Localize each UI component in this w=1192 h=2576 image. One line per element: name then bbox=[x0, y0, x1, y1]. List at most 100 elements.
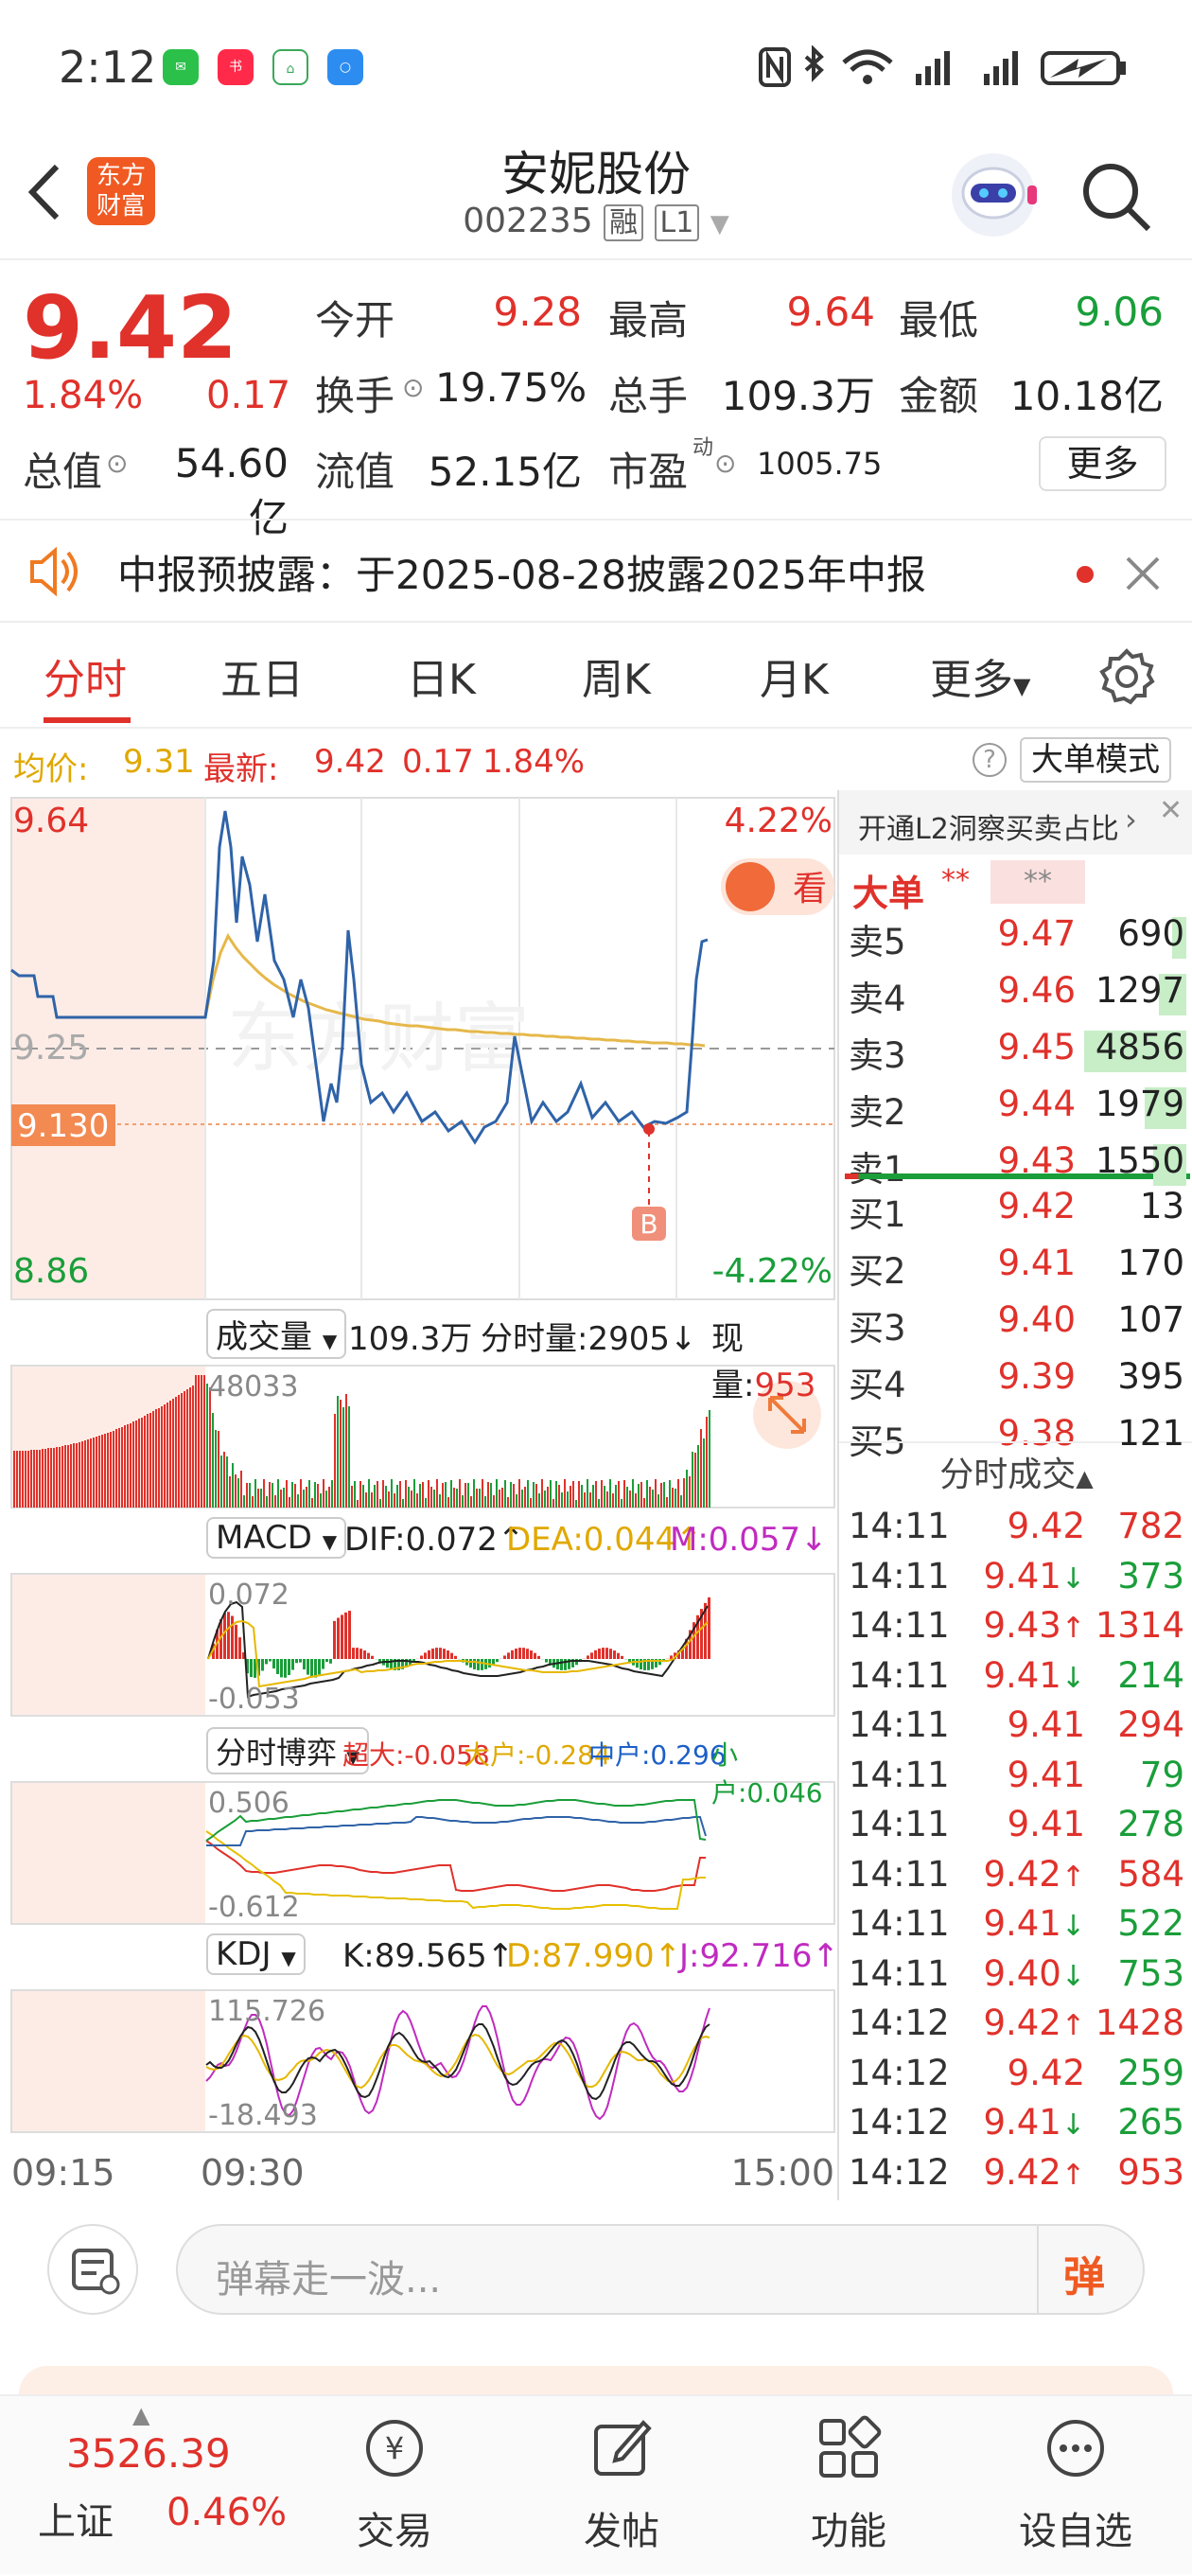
volume-bar bbox=[470, 1496, 472, 1508]
volume-bar bbox=[167, 1403, 168, 1508]
robot-assistant-icon[interactable] bbox=[946, 148, 1041, 242]
volume-bar bbox=[192, 1385, 194, 1508]
volume-bar bbox=[33, 1450, 35, 1508]
nav-post[interactable]: 发帖 bbox=[536, 2396, 707, 2576]
macd-bar bbox=[318, 1659, 321, 1674]
ask-level: 卖4 bbox=[849, 970, 906, 1021]
volume-bar bbox=[348, 1406, 350, 1508]
info-icon[interactable]: ⊙ bbox=[106, 448, 128, 479]
danmu-input[interactable]: 弹幕走一波... 弹 bbox=[176, 2224, 1145, 2315]
volume-bar bbox=[402, 1499, 404, 1508]
ask-volume: 1550 bbox=[1096, 1140, 1184, 1181]
volume-bar bbox=[44, 1449, 46, 1508]
info-icon[interactable]: ⊙ bbox=[402, 372, 424, 403]
change-amt: 0.17 bbox=[206, 374, 290, 417]
tab-weekly-k[interactable]: 周K bbox=[582, 645, 651, 706]
back-icon[interactable] bbox=[21, 159, 68, 225]
info-icon[interactable]: ⊙ bbox=[714, 448, 736, 479]
volume-bar bbox=[467, 1483, 469, 1508]
tab-5day[interactable]: 五日 bbox=[220, 645, 304, 706]
trade-price: 9.42↑ bbox=[943, 2152, 1085, 2193]
pre-market-shade bbox=[11, 1782, 205, 1924]
trade-price: 9.40↓ bbox=[943, 1953, 1085, 1994]
macd-bar bbox=[265, 1659, 268, 1664]
help-icon[interactable]: ? bbox=[973, 743, 1007, 777]
bid-row[interactable]: 买39.40107 bbox=[839, 1299, 1192, 1349]
tab-daily-k[interactable]: 日K bbox=[407, 645, 476, 706]
macd-bar bbox=[443, 1649, 446, 1659]
volume-bar bbox=[314, 1482, 316, 1508]
trades-title[interactable]: 分时成交▲ bbox=[839, 1447, 1192, 1496]
macd-bar bbox=[359, 1649, 362, 1659]
volume-bar bbox=[640, 1482, 642, 1508]
close-icon[interactable] bbox=[1124, 555, 1162, 592]
trade-volume: 294 bbox=[1117, 1704, 1184, 1745]
volume-bar bbox=[362, 1485, 364, 1508]
trade-row: 14:119.41↓214 bbox=[839, 1655, 1192, 1704]
nav-trade[interactable]: ¥ 交易 bbox=[309, 2396, 480, 2576]
index-ticker[interactable]: ▲ 3526.39 上证 0.46% bbox=[0, 2396, 284, 2576]
bid-row[interactable]: 买29.41170 bbox=[839, 1243, 1192, 1292]
signal2-icon bbox=[984, 51, 1018, 85]
bid-row[interactable]: 买49.39395 bbox=[839, 1356, 1192, 1405]
volume-bar bbox=[237, 1478, 239, 1508]
trade-volume: 953 bbox=[1117, 2152, 1184, 2193]
volume-bar bbox=[595, 1481, 597, 1508]
trade-price: 9.42↑ bbox=[943, 2003, 1085, 2043]
more-button[interactable]: 更多 bbox=[1039, 436, 1166, 491]
tab-more[interactable]: 更多▼ bbox=[930, 645, 1030, 706]
more-dots-icon bbox=[1043, 2415, 1109, 2481]
notice-bar[interactable]: 中报预披露：于2025-08-28披露2025年中报 bbox=[0, 519, 1192, 623]
ask-price: 9.47 bbox=[934, 913, 1076, 954]
volume-bar bbox=[697, 1445, 699, 1508]
volume-bar bbox=[87, 1439, 89, 1508]
danmu-settings-button[interactable] bbox=[47, 2224, 138, 2315]
time-open-label: 09:30 bbox=[201, 2152, 305, 2194]
nav-function-label: 功能 bbox=[763, 2500, 934, 2555]
volume-bar bbox=[473, 1479, 475, 1508]
macd-bar bbox=[518, 1648, 521, 1659]
volume-select-label: 成交量 bbox=[216, 1318, 312, 1356]
volume-bar bbox=[623, 1480, 625, 1508]
volume-bar bbox=[269, 1482, 271, 1508]
volume-bar bbox=[297, 1494, 299, 1508]
ask-row[interactable]: 卖29.441979 bbox=[839, 1084, 1192, 1133]
quote-panel: 9.42 1.84% 0.17 今开 9.28 最高 9.64 最低 9.06 … bbox=[0, 260, 1192, 506]
ask-volume: 690 bbox=[1117, 913, 1184, 954]
volume-bar bbox=[257, 1489, 259, 1508]
volume-bar bbox=[212, 1413, 214, 1508]
intraday-chart-area[interactable]: 东方财富 B 9.64 9.25 8.86 4.22% -4.22% 9.130… bbox=[0, 790, 837, 2200]
nav-function[interactable]: 功能 bbox=[763, 2396, 934, 2576]
volume-header: 成交量 ▼ 109.3万 分时量:2905↓ 现量:953 bbox=[0, 1309, 837, 1366]
volume-indicator-select[interactable]: 成交量 ▼ bbox=[206, 1309, 346, 1359]
volume-bar bbox=[172, 1399, 174, 1508]
stock-code-line[interactable]: 002235 融 L1 ▼ bbox=[407, 199, 785, 240]
search-icon[interactable] bbox=[1078, 159, 1154, 235]
close-icon[interactable]: ✕ bbox=[1159, 794, 1183, 827]
kdj-indicator-select[interactable]: KDJ ▼ bbox=[206, 1933, 306, 1975]
volume-bar bbox=[30, 1450, 32, 1508]
macd-bar bbox=[530, 1650, 533, 1659]
eastmoney-logo[interactable]: 东方 财富 bbox=[87, 157, 155, 225]
tab-monthly-k[interactable]: 月K bbox=[760, 645, 829, 706]
ask-row[interactable]: 卖39.454856 bbox=[839, 1027, 1192, 1076]
volume-bar bbox=[606, 1491, 608, 1508]
l2-promo-bar[interactable]: 开通L2洞察买卖占比 › ✕ bbox=[839, 790, 1192, 855]
ask-row[interactable]: 卖49.461297 bbox=[839, 970, 1192, 1019]
boyi-top-label: 0.506 bbox=[208, 1787, 289, 1820]
ask-row[interactable]: 卖19.431550 bbox=[839, 1140, 1192, 1190]
macd-bar bbox=[560, 1659, 563, 1670]
gear-icon[interactable] bbox=[1097, 647, 1156, 706]
ask-row[interactable]: 卖59.47690 bbox=[839, 913, 1192, 962]
volume-bar bbox=[155, 1409, 157, 1508]
trade-volume: 1428 bbox=[1096, 2003, 1184, 2043]
latest-label: 最新: bbox=[203, 743, 278, 789]
macd-bar bbox=[261, 1659, 264, 1670]
nav-watchlist[interactable]: 设自选 bbox=[990, 2396, 1161, 2576]
macd-indicator-select[interactable]: MACD ▼ bbox=[206, 1517, 346, 1559]
big-order-mode-button[interactable]: 大单模式 bbox=[1020, 737, 1171, 783]
tab-intraday[interactable]: 分时 bbox=[44, 645, 127, 706]
current-price: 9.42 bbox=[23, 277, 237, 379]
danmu-send-button[interactable]: 弹 bbox=[1063, 2243, 1105, 2303]
bid-row[interactable]: 买19.4213 bbox=[839, 1186, 1192, 1235]
